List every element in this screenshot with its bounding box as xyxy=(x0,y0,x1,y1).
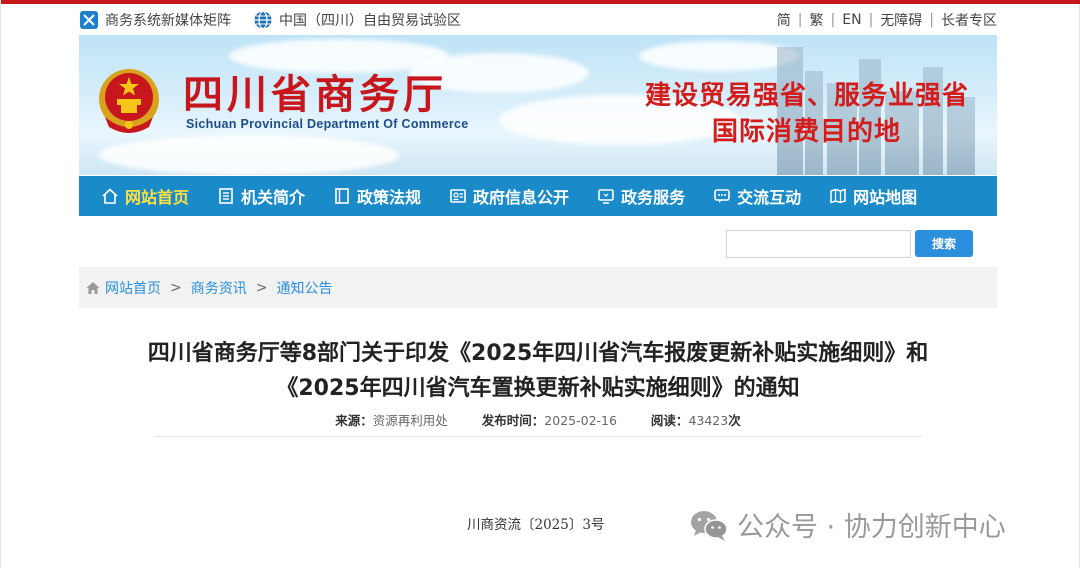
site-title: 四川省商务厅 xyxy=(183,71,447,118)
slogan-line-2: 国际消费目的地 xyxy=(711,117,901,147)
id-card-icon xyxy=(450,189,466,203)
nav-item-home[interactable]: 网站首页 xyxy=(101,184,189,208)
cloud-decoration xyxy=(639,41,799,71)
accessibility-link[interactable]: 无障碍 xyxy=(880,10,922,30)
publish-date-value: 2025-02-16 xyxy=(544,413,617,428)
nav-item-label: 网站地图 xyxy=(853,188,918,207)
breadcrumb-home[interactable]: 网站首页 xyxy=(105,278,161,298)
english-link[interactable]: EN xyxy=(842,12,861,28)
book-icon xyxy=(335,188,349,204)
map-icon xyxy=(830,188,846,204)
globe-icon xyxy=(254,10,272,30)
monitor-icon xyxy=(598,189,614,204)
breadcrumb-notices[interactable]: 通知公告 xyxy=(276,278,332,298)
divider xyxy=(154,436,922,437)
elderly-mode-link[interactable]: 长者专区 xyxy=(941,10,997,30)
article-title-line-1: 四川省商务厅等8部门关于印发《2025年四川省汽车报废更新补贴实施细则》和 xyxy=(147,341,929,366)
source-label: 来源： xyxy=(335,413,373,428)
publish-date-label: 发布时间： xyxy=(481,413,545,428)
divider: | xyxy=(797,12,803,28)
wechat-icon xyxy=(691,510,728,541)
traditional-chinese-link[interactable]: 繁 xyxy=(810,10,824,30)
media-matrix-label: 商务系统新媒体矩阵 xyxy=(105,13,231,29)
nav-item-label: 机关简介 xyxy=(241,188,306,207)
nav-item-about[interactable]: 机关简介 xyxy=(217,184,305,208)
source-value: 资源再利用处 xyxy=(372,413,448,428)
nav-item-label: 政策法规 xyxy=(357,188,422,207)
utility-right: 简 | 繁 | EN | 无障碍 | 长者专区 xyxy=(777,10,997,30)
site-subtitle-english: Sichuan Provincial Department Of Commerc… xyxy=(186,117,469,131)
utility-left: 商务系统新媒体矩阵 中国（四川）自由贸易试验区 xyxy=(79,10,483,30)
nav-item-sitemap[interactable]: 网站地图 xyxy=(829,184,917,208)
breadcrumb-separator: > xyxy=(170,279,182,296)
article-title: 四川省商务厅等8部门关于印发《2025年四川省汽车报废更新补贴实施细则》和 《2… xyxy=(79,336,997,406)
breadcrumb: 网站首页 > 商务资讯 > 通知公告 xyxy=(79,267,997,308)
breadcrumb-news[interactable]: 商务资讯 xyxy=(191,278,247,298)
watermark-text: 公众号 · 协力创新中心 xyxy=(737,512,1006,543)
divider: | xyxy=(929,12,934,28)
nav-item-label: 网站首页 xyxy=(125,188,190,207)
document-number: 川商资流〔2025〕3号 xyxy=(467,517,605,533)
search-button[interactable]: 搜索 xyxy=(915,230,973,257)
utility-bar: 商务系统新媒体矩阵 中国（四川）自由贸易试验区 简 | 繁 | EN | 无障碍 xyxy=(79,8,997,32)
header-banner: 四川省商务厅 Sichuan Provincial Department Of … xyxy=(79,35,997,175)
nav-item-services[interactable]: 政务服务 xyxy=(597,184,685,208)
matrix-icon xyxy=(80,11,98,29)
divider: | xyxy=(868,12,874,28)
simplified-chinese-link[interactable]: 简 xyxy=(777,10,791,30)
nav-item-label: 交流互动 xyxy=(737,188,802,207)
divider: | xyxy=(830,12,836,28)
free-trade-zone-link[interactable]: 中国（四川）自由贸易试验区 xyxy=(253,10,461,30)
nav-item-info-disclosure[interactable]: 政府信息公开 xyxy=(449,184,569,208)
nav-item-label: 政府信息公开 xyxy=(473,188,570,207)
views-unit: 次 xyxy=(728,413,741,428)
national-emblem-icon xyxy=(99,69,159,133)
slogan-line-1: 建设贸易强省、服务业强省 xyxy=(644,81,969,111)
home-icon xyxy=(102,188,118,204)
views-count: 43423 xyxy=(688,413,729,428)
nav-item-interaction[interactable]: 交流互动 xyxy=(713,184,801,208)
cloud-decoration xyxy=(99,135,399,175)
main-nav: 网站首页 机关简介 政策法规 政府信息公开 政务服务 交流互动 网站地图 xyxy=(79,176,997,216)
article-meta: 来源：资源再利用处 发布时间：2025-02-16 阅读：43423次 xyxy=(79,410,997,429)
top-accent-line xyxy=(1,0,1080,4)
free-trade-zone-label: 中国（四川）自由贸易试验区 xyxy=(279,13,461,29)
wechat-watermark: 公众号 · 协力创新中心 xyxy=(689,505,1006,544)
search-input[interactable] xyxy=(726,230,911,258)
nav-item-label: 政务服务 xyxy=(621,188,686,207)
chat-icon xyxy=(714,189,730,203)
home-icon xyxy=(86,281,100,294)
media-matrix-link[interactable]: 商务系统新媒体矩阵 xyxy=(79,10,231,30)
article-title-line-2: 《2025年四川省汽车置换更新补贴实施细则》的通知 xyxy=(276,376,800,401)
views-label: 阅读： xyxy=(650,413,689,428)
breadcrumb-separator: > xyxy=(255,279,268,296)
nav-item-policies[interactable]: 政策法规 xyxy=(333,184,421,208)
document-icon xyxy=(219,188,233,204)
page: 商务系统新媒体矩阵 中国（四川）自由贸易试验区 简 | 繁 | EN | 无障碍 xyxy=(0,0,1080,568)
